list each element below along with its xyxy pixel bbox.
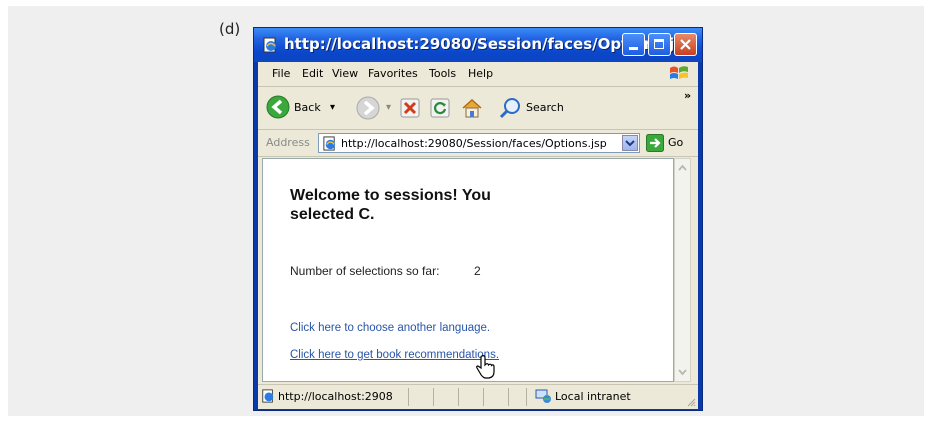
back-label: Back [294,101,321,114]
title-bar[interactable]: http://localhost:29080/Session/faces/Opt… [254,28,702,62]
stop-icon[interactable] [400,98,420,118]
vertical-scrollbar[interactable] [674,158,691,382]
close-icon [680,39,691,50]
back-button[interactable]: Back ▾ [266,95,346,121]
menu-favorites[interactable]: Favorites [368,67,418,80]
forward-dropdown-icon[interactable]: ▾ [386,102,391,113]
menu-bar: File Edit View Favorites Tools Help [258,62,698,87]
status-url: http://localhost:2908 [278,390,393,403]
status-divider [408,388,409,406]
back-arrow-icon [266,95,290,119]
toolbar-overflow-icon[interactable]: » [684,89,691,102]
home-icon[interactable] [460,96,484,120]
address-label: Address [266,136,310,149]
selection-count-value: 2 [474,264,481,278]
status-divider [433,388,434,406]
page-icon [323,136,336,151]
menu-file[interactable]: File [272,67,290,80]
selection-count-label: Number of selections so far: [290,264,440,278]
toolbar: Back ▾ ▾ Search » [258,87,698,130]
resize-grip-icon[interactable] [686,397,696,407]
address-dropdown-button[interactable] [622,135,638,151]
chevron-down-icon [625,140,635,147]
status-divider [508,388,509,406]
page-content: Welcome to sessions! You selected C. Num… [262,158,674,382]
menu-help[interactable]: Help [468,67,493,80]
go-button[interactable]: Go [646,133,692,153]
status-divider [526,388,527,406]
menu-tools[interactable]: Tools [429,67,456,80]
address-url: http://localhost:29080/Session/faces/Opt… [341,137,607,150]
book-recommendations-link[interactable]: Click here to get book recommendations. [290,349,499,361]
intranet-zone-icon [535,389,551,403]
status-page-icon [262,389,274,403]
minimize-button[interactable] [622,33,645,56]
close-button[interactable] [674,33,697,56]
choose-language-link[interactable]: Click here to choose another language. [290,322,490,334]
go-label: Go [668,136,684,149]
forward-button-icon[interactable] [356,96,380,120]
address-input[interactable]: http://localhost:29080/Session/faces/Opt… [318,133,640,153]
status-zone: Local intranet [555,390,631,403]
status-bar: http://localhost:2908 Local intranet [258,384,698,409]
status-divider [458,388,459,406]
go-arrow-icon [646,134,664,152]
back-dropdown-icon[interactable]: ▾ [330,102,335,113]
search-label[interactable]: Search [526,101,564,114]
maximize-button[interactable] [648,33,671,56]
browser-window: http://localhost:29080/Session/faces/Opt… [253,27,703,411]
hand-cursor-icon [476,355,495,379]
browser-client: File Edit View Favorites Tools Help Back… [258,62,698,409]
status-divider [483,388,484,406]
page-heading: Welcome to sessions! You selected C. [290,187,491,223]
figure-label: (d) [219,20,241,38]
scroll-up-icon[interactable] [676,161,689,176]
windows-logo-icon [670,66,688,79]
refresh-icon[interactable] [430,98,450,118]
menu-view[interactable]: View [332,67,358,80]
scroll-down-icon[interactable] [676,364,689,379]
menu-edit[interactable]: Edit [302,67,323,80]
address-bar: Address http://localhost:29080/Session/f… [258,130,698,157]
search-icon[interactable] [498,96,522,120]
ie-page-icon [263,37,276,53]
